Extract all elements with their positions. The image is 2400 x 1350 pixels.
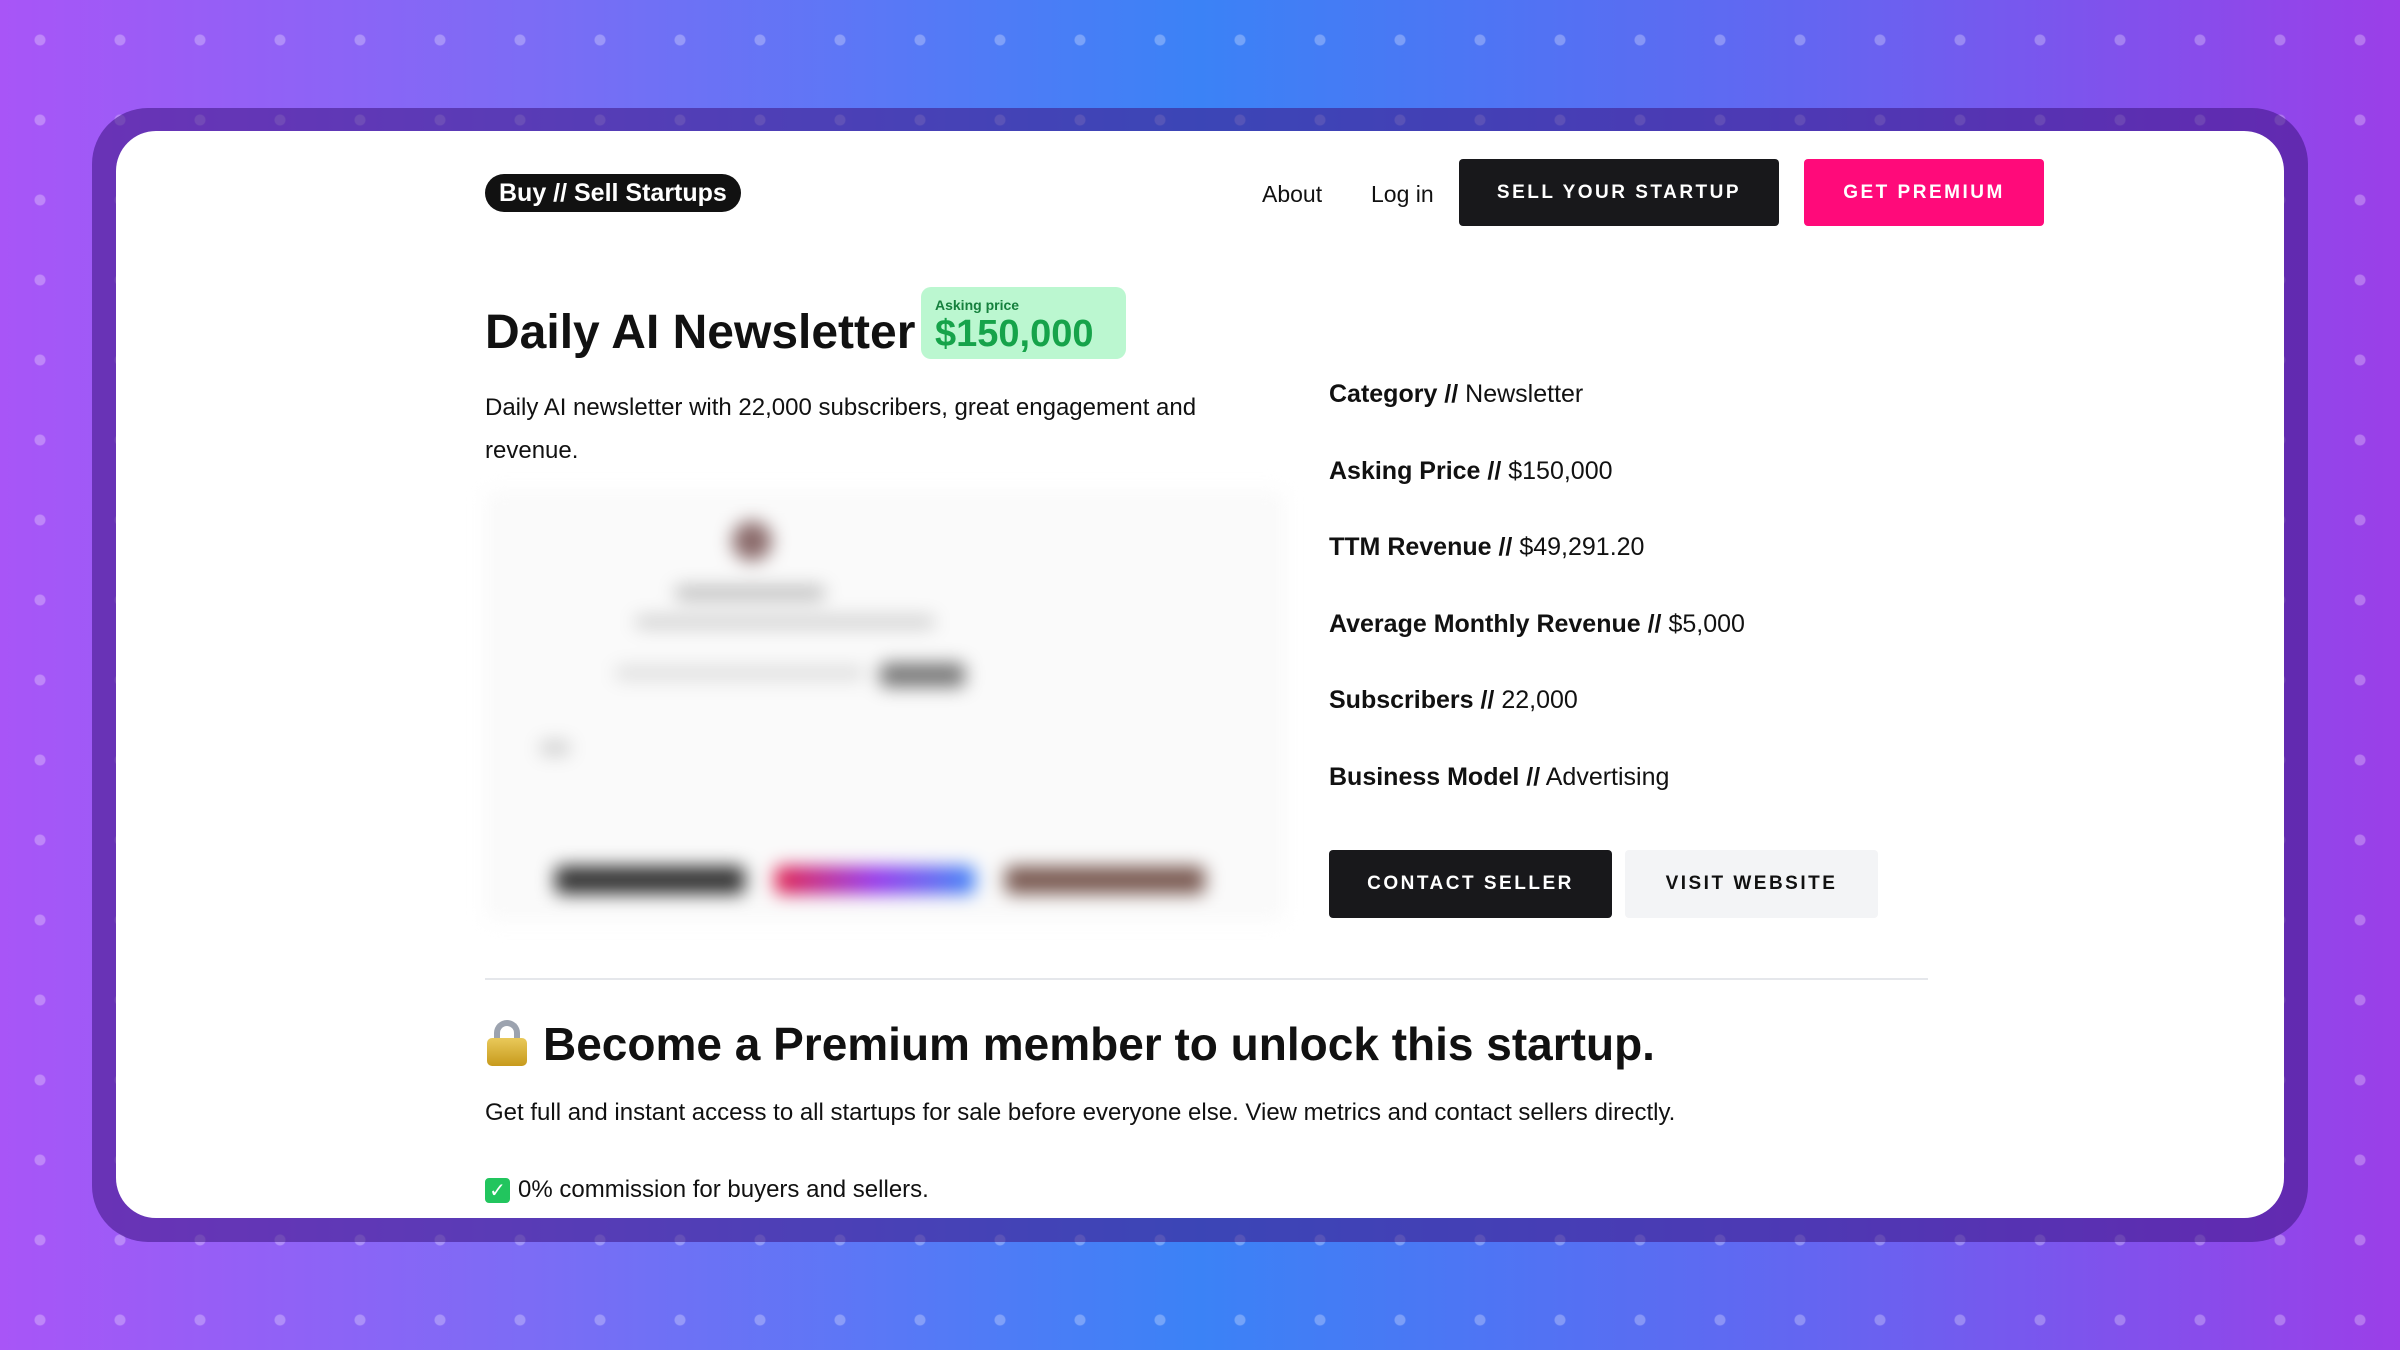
sell-startup-button[interactable]: SELL YOUR STARTUP — [1459, 159, 1779, 226]
section-divider — [485, 978, 1928, 980]
nav-login-link[interactable]: Log in — [1371, 179, 1434, 209]
listing-title: Daily AI Newsletter — [485, 306, 916, 359]
premium-subtext: Get full and instant access to all start… — [485, 1099, 1676, 1126]
visit-website-button[interactable]: VISIT WEBSITE — [1625, 850, 1878, 918]
detail-asking-price: Asking Price // $150,000 — [1329, 456, 1613, 486]
get-premium-button[interactable]: GET PREMIUM — [1804, 159, 2044, 226]
asking-price-value: $150,000 — [935, 313, 1094, 355]
detail-value: $49,291.20 — [1519, 533, 1645, 561]
detail-avg-monthly-revenue: Average Monthly Revenue // $5,000 — [1329, 609, 1745, 639]
detail-business-model: Business Model // Advertising — [1329, 762, 1669, 792]
detail-category: Category // Newsletter — [1329, 379, 1583, 409]
page-content: Buy // Sell Startups About Log in SELL Y… — [485, 131, 2044, 1218]
nav-about-link[interactable]: About — [1262, 179, 1322, 209]
site-logo[interactable]: Buy // Sell Startups — [485, 174, 741, 212]
benefit-text: 0% commission for buyers and sellers. — [518, 1176, 929, 1203]
benefit-item: ✓ 0% commission for buyers and sellers. — [485, 1176, 929, 1204]
check-icon: ✓ — [485, 1177, 510, 1203]
blurred-preview-image — [485, 491, 1285, 921]
detail-key: Business Model // — [1329, 763, 1541, 791]
detail-subscribers: Subscribers // 22,000 — [1329, 685, 1578, 715]
asking-price-badge: Asking price $150,000 — [921, 287, 1126, 359]
detail-key: Average Monthly Revenue // — [1329, 610, 1662, 638]
detail-key: Subscribers // — [1329, 686, 1495, 714]
contact-seller-button[interactable]: CONTACT SELLER — [1329, 850, 1612, 918]
lock-icon — [485, 1018, 529, 1066]
detail-value: $5,000 — [1668, 610, 1745, 638]
detail-ttm-revenue: TTM Revenue // $49,291.20 — [1329, 532, 1644, 562]
detail-key: Asking Price // — [1329, 457, 1502, 485]
detail-value: $150,000 — [1508, 457, 1613, 485]
page-window: Buy // Sell Startups About Log in SELL Y… — [116, 131, 2284, 1218]
detail-value: Newsletter — [1465, 380, 1584, 408]
detail-key: TTM Revenue // — [1329, 533, 1513, 561]
asking-price-label: Asking price — [935, 297, 1020, 313]
premium-headline: Become a Premium member to unlock this s… — [543, 1018, 1655, 1070]
listing-description: Daily AI newsletter with 22,000 subscrib… — [485, 394, 1197, 464]
detail-key: Category // — [1329, 380, 1459, 408]
detail-value: 22,000 — [1501, 686, 1578, 714]
detail-value: Advertising — [1545, 763, 1670, 791]
